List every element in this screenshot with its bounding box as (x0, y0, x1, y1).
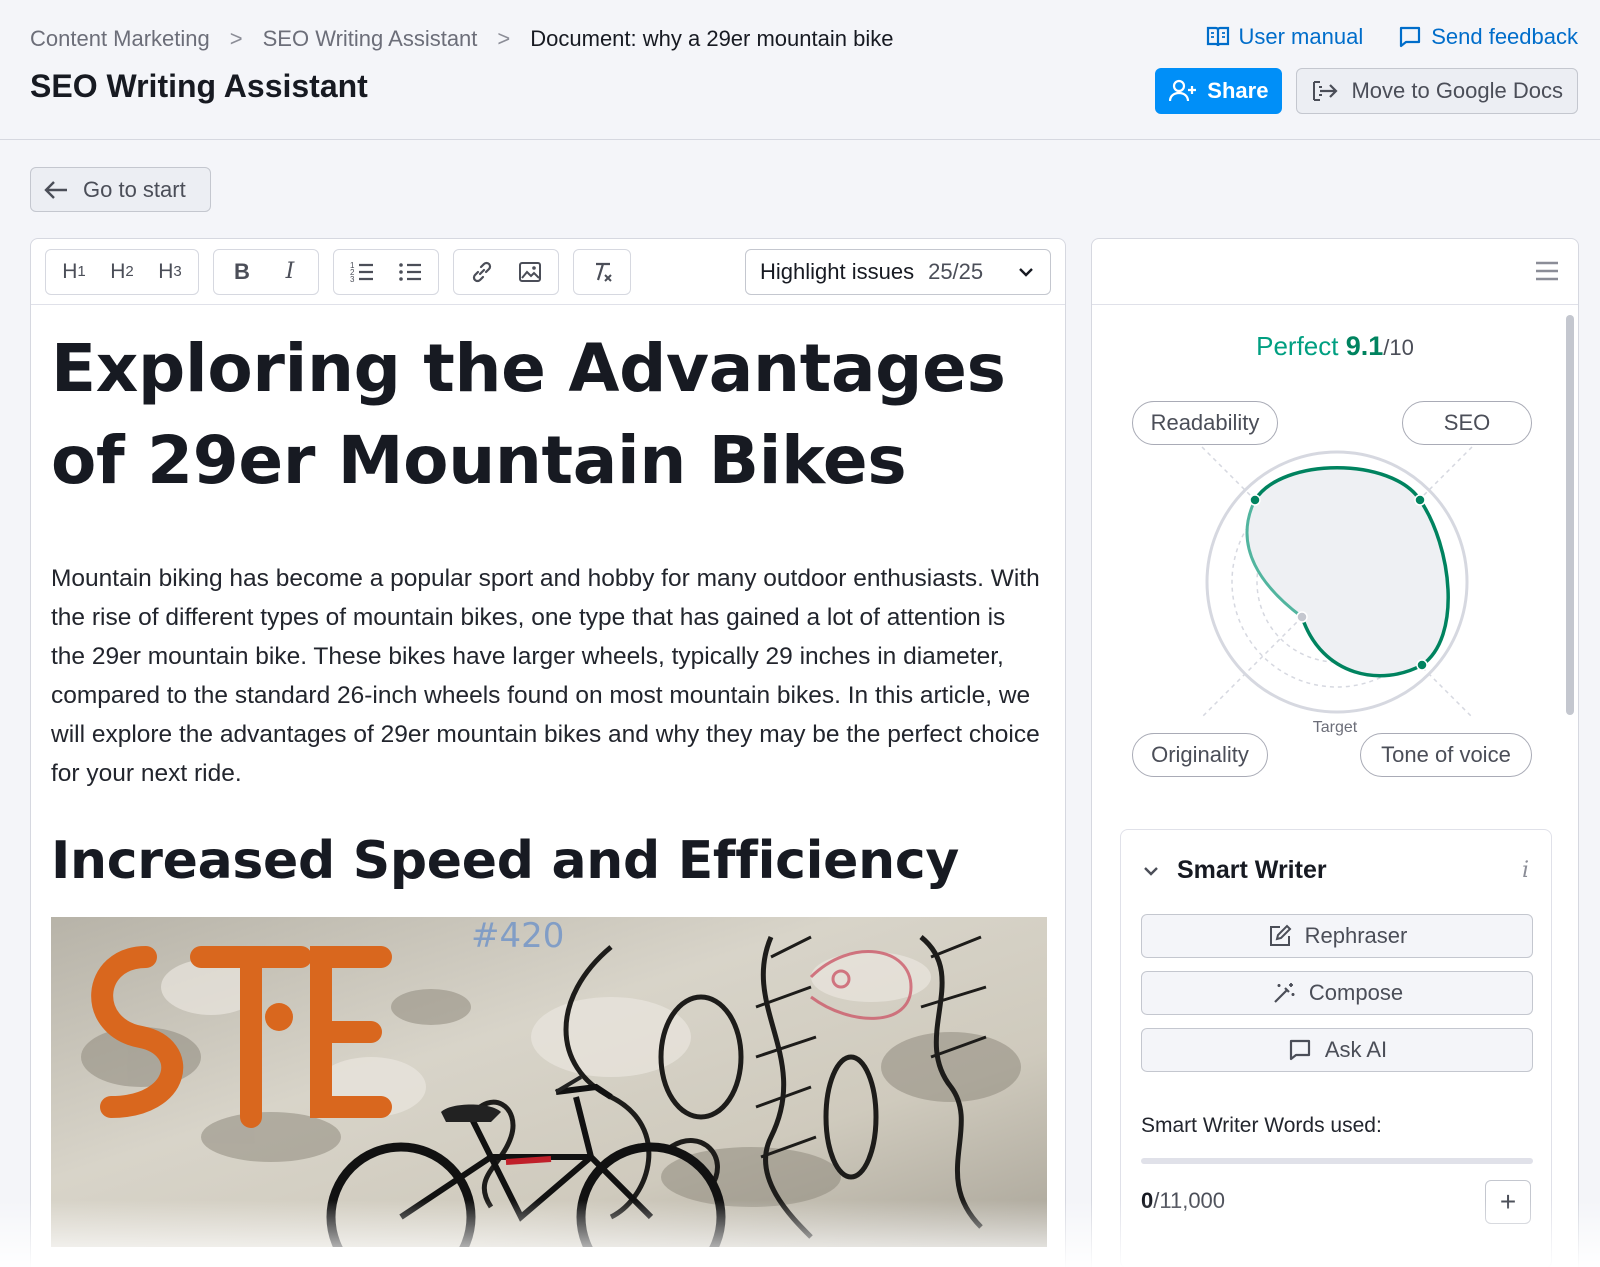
editor-content[interactable]: Exploring the Advantages of 29er Mountai… (31, 305, 1065, 1247)
send-feedback-link[interactable]: Send feedback (1397, 24, 1578, 50)
tone-of-voice-pill[interactable]: Tone of voice (1360, 733, 1532, 777)
score-value: 9.1 (1345, 331, 1384, 361)
bullet-list-button[interactable] (388, 252, 432, 292)
ordered-list-button[interactable]: 123 (340, 252, 384, 292)
magic-wand-icon (1274, 983, 1295, 1003)
link-icon (472, 261, 492, 282)
words-total-value: /11,000 (1153, 1188, 1226, 1213)
graffiti-bike-image[interactable]: #420 (51, 917, 1047, 1247)
overall-score: Perfect 9.1/10 (1092, 331, 1578, 362)
h1-label: H (62, 259, 78, 283)
insert-group (453, 248, 559, 295)
side-panel-header (1092, 239, 1578, 305)
section-heading[interactable]: Increased Speed and Efficiency (51, 831, 1045, 891)
image-icon (519, 261, 541, 282)
heading-2-button[interactable]: H2 (100, 252, 144, 292)
editor-toolbar: H1 H2 H3 B I 123 Highlight issues 25/25 (31, 239, 1065, 305)
score-max: /10 (1383, 335, 1414, 360)
book-icon (1206, 26, 1229, 47)
google-docs-label: Move to Google Docs (1351, 78, 1563, 103)
bold-button[interactable]: B (220, 252, 264, 292)
move-to-google-docs-button[interactable]: Move to Google Docs (1296, 68, 1578, 114)
go-to-start-button[interactable]: Go to start (30, 167, 211, 212)
header-actions: Share Move to Google Docs (1155, 68, 1578, 114)
smart-writer-card: Smart Writer i Rephraser Compose Ask AI … (1120, 829, 1552, 1267)
page-title: SEO Writing Assistant (30, 68, 368, 104)
share-label: Share (1207, 78, 1269, 103)
send-feedback-label: Send feedback (1431, 24, 1578, 49)
score-radar-chart (1201, 446, 1473, 718)
originality-pill[interactable]: Originality (1132, 733, 1268, 777)
go-to-start-label: Go to start (83, 176, 186, 202)
edit-icon (1269, 924, 1292, 946)
export-icon (1313, 81, 1339, 101)
top-links: User manual Send feedback (1205, 24, 1578, 50)
h2-label: H (110, 259, 126, 283)
heading-3-button[interactable]: H3 (148, 252, 192, 292)
share-button[interactable]: Share (1155, 68, 1283, 114)
heading-group: H1 H2 H3 (45, 248, 199, 295)
h3-sub: 3 (173, 263, 182, 280)
breadcrumb: Content Marketing > SEO Writing Assistan… (30, 26, 893, 52)
clear-formatting-icon (596, 262, 612, 282)
chat-icon (1400, 26, 1421, 48)
h3-label: H (158, 259, 174, 283)
link-button[interactable] (460, 252, 504, 292)
smart-writer-toggle[interactable]: Smart Writer (1141, 856, 1327, 885)
format-group: B I (213, 248, 319, 295)
breadcrumb-content-marketing[interactable]: Content Marketing (30, 26, 210, 52)
chevron-down-icon (1144, 866, 1158, 876)
h1-sub: 1 (77, 263, 86, 280)
menu-icon[interactable] (1534, 259, 1560, 283)
side-panel-scrollbar[interactable] (1566, 315, 1574, 715)
compose-button[interactable]: Compose (1141, 971, 1533, 1015)
compose-label: Compose (1308, 980, 1404, 1005)
score-label: Perfect (1256, 331, 1339, 361)
document-title[interactable]: Exploring the Advantages of 29er Mountai… (51, 323, 1045, 507)
breadcrumb-separator: > (229, 26, 243, 51)
words-used-label: Smart Writer Words used: (1141, 1114, 1382, 1137)
ask-ai-label: Ask AI (1324, 1037, 1388, 1062)
clear-format-group (573, 248, 631, 295)
clear-formatting-button[interactable] (580, 252, 624, 292)
info-icon[interactable]: i (1522, 858, 1529, 883)
add-words-button[interactable]: + (1485, 1180, 1531, 1224)
highlight-issues-dropdown[interactable]: Highlight issues 25/25 (745, 249, 1051, 295)
user-manual-link[interactable]: User manual (1205, 24, 1364, 50)
rephraser-button[interactable]: Rephraser (1141, 914, 1533, 958)
document-intro-paragraph[interactable]: Mountain biking has become a popular spo… (51, 559, 1045, 793)
svg-text:3: 3 (350, 275, 355, 284)
ordered-list-icon: 123 (350, 261, 373, 284)
h2-sub: 2 (125, 263, 134, 280)
breadcrumb-separator: > (497, 26, 511, 51)
svg-text:#420: #420 (471, 917, 564, 956)
graffiti-wall-bike-illustration: #420 (51, 917, 1047, 1247)
bullet-list-icon (399, 262, 421, 281)
highlight-issues-count: 25/25 (928, 259, 984, 284)
smart-writer-title: Smart Writer (1177, 856, 1327, 884)
words-used-count: 0/11,000 (1141, 1188, 1225, 1214)
chat-icon (1289, 1039, 1310, 1061)
add-user-icon (1169, 79, 1197, 102)
breadcrumb-current-document: Document: why a 29er mountain bike (530, 26, 894, 51)
highlight-issues-label: Highlight issues (760, 259, 915, 284)
ask-ai-button[interactable]: Ask AI (1141, 1028, 1533, 1072)
top-header: Content Marketing > SEO Writing Assistan… (0, 0, 1600, 140)
list-group: 123 (333, 248, 439, 295)
italic-button[interactable]: I (268, 252, 312, 292)
image-button[interactable] (508, 252, 552, 292)
chevron-down-icon (1019, 268, 1033, 277)
editor-panel: H1 H2 H3 B I 123 Highlight issues 25/25 … (30, 238, 1066, 1267)
words-used-progress-bar (1141, 1158, 1533, 1164)
breadcrumb-seo-writing-assistant[interactable]: SEO Writing Assistant (263, 26, 478, 52)
arrow-left-icon (44, 180, 67, 199)
rephraser-label: Rephraser (1304, 923, 1408, 948)
words-used-value: 0 (1141, 1188, 1154, 1213)
user-manual-label: User manual (1238, 24, 1364, 49)
heading-1-button[interactable]: H1 (52, 252, 96, 292)
score-side-panel: Perfect 9.1/10 Readability SEO Target Or… (1091, 238, 1579, 1267)
